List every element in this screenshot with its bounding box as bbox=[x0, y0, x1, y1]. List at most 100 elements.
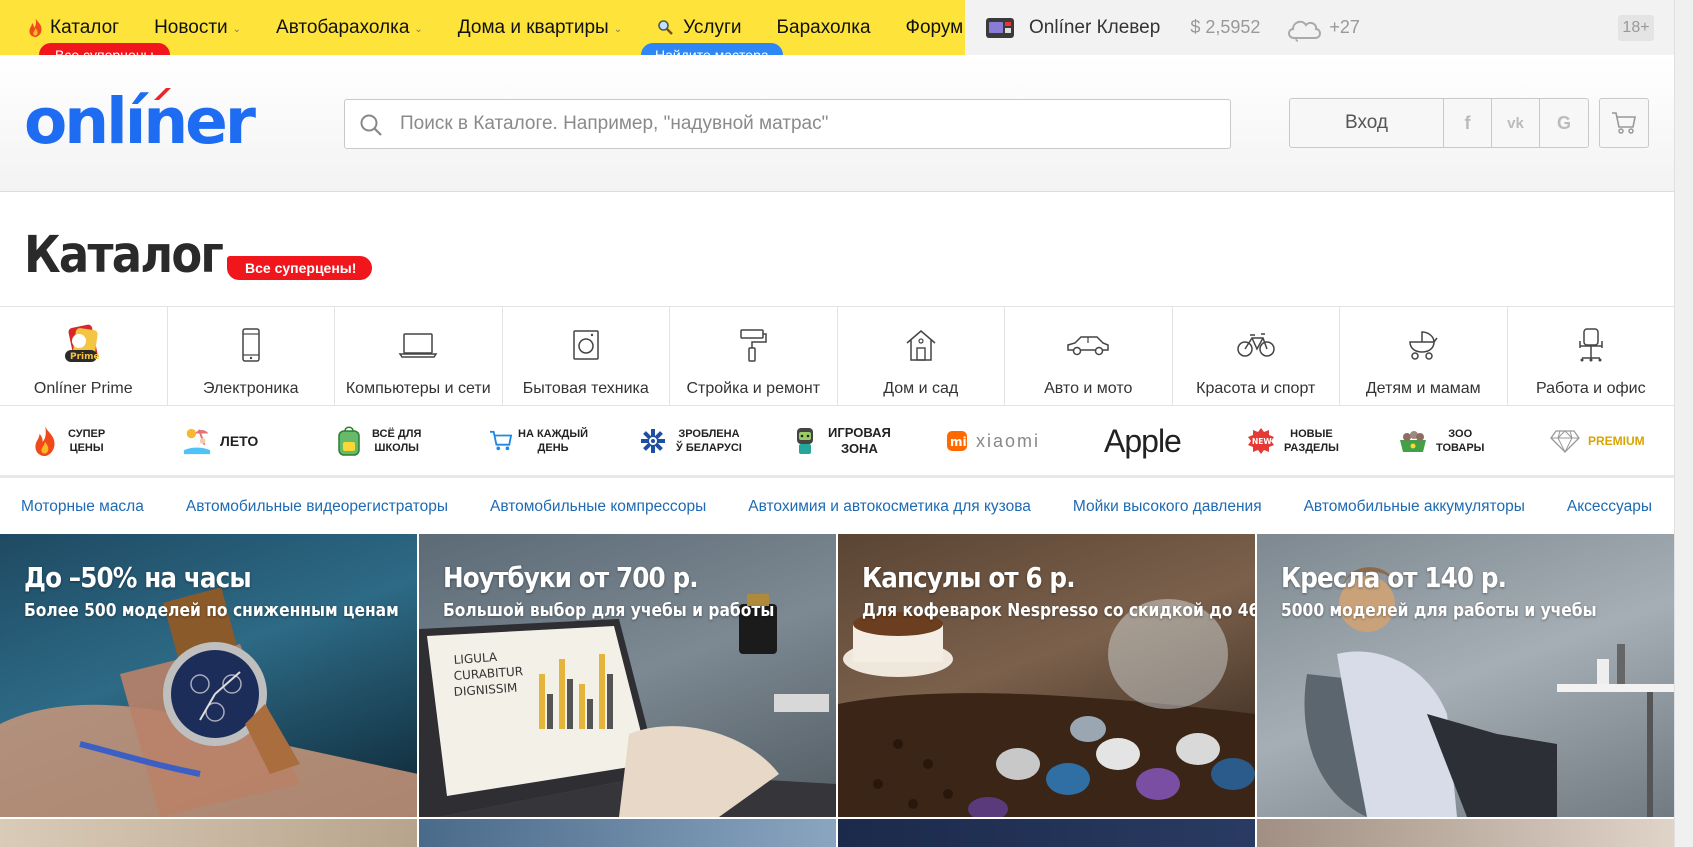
banner-preview[interactable] bbox=[0, 819, 417, 847]
nav-auto[interactable]: Автобарахолка ⌄ bbox=[276, 17, 423, 39]
banner-capsules[interactable]: Капсулы от 6 р. Для кофеварок Nespresso … bbox=[838, 534, 1255, 817]
summer-icon bbox=[183, 428, 211, 454]
promo-zoo[interactable]: Зоо товары bbox=[1398, 426, 1550, 456]
office-chair-icon bbox=[1579, 328, 1603, 362]
stroller-icon bbox=[1409, 331, 1438, 360]
nav-realty-label: Дома и квартиры bbox=[457, 16, 609, 38]
banner-subtitle: Для кофеварок Nespresso со скидкой до 46… bbox=[862, 600, 1255, 621]
banner-preview[interactable] bbox=[1257, 819, 1674, 847]
google-icon[interactable]: G bbox=[1540, 99, 1588, 147]
quick-link[interactable]: Моторные масла bbox=[21, 498, 144, 516]
quick-link[interactable]: Автохимия и автокосметика для кузова bbox=[748, 498, 1031, 516]
quick-link[interactable]: Аксессуары bbox=[1567, 498, 1652, 516]
promo-new-sections[interactable]: NEW Новые разделы bbox=[1246, 426, 1398, 456]
page-scrollbar[interactable] bbox=[1674, 0, 1693, 847]
banner-chairs[interactable]: Кресла от 140 р. 5000 моделей для работы… bbox=[1257, 534, 1674, 817]
promo-row: Супер цены Лето Всё для школы На каждый ден… bbox=[0, 406, 1674, 478]
nav-baraholka[interactable]: Барахолка bbox=[777, 17, 871, 39]
banner-preview[interactable] bbox=[838, 819, 1255, 847]
promo-apple[interactable]: Apple bbox=[1094, 422, 1246, 459]
banner-preview[interactable] bbox=[419, 819, 836, 847]
promo-made-in-belarus[interactable]: Зроблена ў Беларусі bbox=[638, 426, 790, 456]
vk-icon[interactable]: vk bbox=[1492, 99, 1540, 147]
category-home-garden[interactable]: Дом и сад bbox=[838, 307, 1005, 405]
car-icon bbox=[1067, 336, 1109, 356]
superprices-title-badge[interactable]: Все суперцены! bbox=[227, 256, 373, 280]
quick-link[interactable]: Автомобильные видеорегистраторы bbox=[186, 498, 448, 516]
promo-line1: Игровая bbox=[828, 424, 891, 440]
category-appliances[interactable]: Бытовая техника bbox=[503, 307, 670, 405]
category-label: Компьютеры и сети bbox=[345, 380, 491, 397]
promo-school[interactable]: Всё для школы bbox=[334, 426, 486, 456]
cart-button[interactable] bbox=[1599, 98, 1649, 148]
search-input[interactable] bbox=[400, 113, 1230, 135]
pet-bowl-icon bbox=[1400, 430, 1426, 452]
promo-line2: разделы bbox=[1284, 441, 1339, 454]
promo-line2: школы bbox=[374, 441, 419, 454]
promo-line1: Всё для bbox=[372, 427, 422, 440]
shopping-cart-icon bbox=[490, 430, 513, 450]
promo-game-zone[interactable]: Игровая зона bbox=[790, 425, 942, 457]
promo-summer[interactable]: Лето bbox=[182, 426, 334, 456]
category-beauty-sport[interactable]: Красота и спорт bbox=[1173, 307, 1340, 405]
nav-forum[interactable]: Форум bbox=[906, 17, 964, 39]
bicycle-icon bbox=[1237, 333, 1275, 357]
quick-link[interactable]: Мойки высокого давления bbox=[1073, 498, 1262, 516]
chevron-down-icon: ⌄ bbox=[613, 23, 623, 35]
nav-realty[interactable]: Дома и квартиры ⌄ bbox=[458, 17, 622, 39]
promo-superprices[interactable]: Супер цены bbox=[30, 425, 182, 456]
nav-news[interactable]: Новости ⌄ bbox=[154, 17, 241, 39]
promo-line1: Premium bbox=[1588, 433, 1645, 448]
quick-link[interactable]: Автомобильные компрессоры bbox=[490, 498, 706, 516]
weather[interactable]: +27 bbox=[1285, 14, 1360, 42]
banner-subtitle: Более 500 моделей по сниженным ценам bbox=[24, 600, 399, 621]
category-computers[interactable]: Компьютеры и сети bbox=[335, 307, 503, 405]
promo-premium[interactable]: Premium bbox=[1550, 426, 1693, 456]
category-work-office[interactable]: Работа и офис bbox=[1508, 307, 1675, 405]
login-button[interactable]: Вход bbox=[1290, 99, 1444, 147]
search-box[interactable] bbox=[344, 99, 1231, 149]
auth-block: Вход f vk G bbox=[1289, 98, 1589, 148]
promo-everyday[interactable]: На каждый день bbox=[486, 426, 638, 456]
category-electronics[interactable]: Электроника bbox=[168, 307, 335, 405]
category-label: Красота и спорт bbox=[1196, 380, 1316, 397]
category-construction[interactable]: Стройка и ремонт bbox=[670, 307, 838, 405]
banner-watches[interactable]: До –50% на часы Более 500 моделей по сни… bbox=[0, 534, 417, 817]
category-prime[interactable]: Prime Onlíner Prime bbox=[0, 307, 168, 405]
category-label: Авто и мото bbox=[1044, 380, 1133, 397]
diamond-icon bbox=[1550, 429, 1580, 453]
banner-subtitle: 5000 моделей для работы и учебы bbox=[1281, 600, 1597, 621]
clever-link[interactable]: Onlíner Клевер bbox=[985, 17, 1160, 39]
category-auto-moto[interactable]: Авто и мото bbox=[1005, 307, 1173, 405]
promo-line1: Зоо bbox=[1448, 427, 1473, 440]
clever-card-icon bbox=[986, 17, 1014, 38]
nav-catalog[interactable]: Каталог bbox=[28, 17, 119, 39]
nav-forum-label: Форум bbox=[905, 16, 964, 38]
quick-link[interactable]: Автомобильные аккумуляторы bbox=[1304, 498, 1525, 516]
promo-line2: зона bbox=[840, 440, 878, 456]
chevron-down-icon: ⌄ bbox=[414, 23, 423, 35]
currency-rate[interactable]: $ 2,5952 bbox=[1190, 17, 1260, 38]
svg-text:Prime: Prime bbox=[70, 352, 100, 362]
promo-line2: день bbox=[537, 441, 569, 454]
banner-laptops[interactable]: LIGULA CURABITUR DIGNISSIM Ноутбуки от 7… bbox=[419, 534, 836, 817]
cloud-icon bbox=[1288, 20, 1322, 42]
nav-catalog-label: Каталог bbox=[50, 16, 120, 38]
clever-label: Onlíner Клевер bbox=[1029, 16, 1161, 38]
category-bar: Prime Onlíner Prime Электроника Компьюте… bbox=[0, 306, 1674, 406]
category-kids[interactable]: Детям и мамам bbox=[1340, 307, 1508, 405]
promo-line1: Apple bbox=[1104, 422, 1182, 459]
backpack-icon bbox=[338, 426, 360, 456]
banner-row-2-preview bbox=[0, 819, 1674, 847]
search-icon bbox=[360, 114, 382, 136]
promo-line1: Зроблена bbox=[678, 427, 740, 440]
nav-services[interactable]: Услуги bbox=[657, 17, 742, 39]
facebook-icon[interactable]: f bbox=[1444, 99, 1492, 147]
promo-xiaomi[interactable]: mi xiaomi bbox=[942, 426, 1094, 456]
quick-links: Моторные масла Автомобильные видеорегист… bbox=[0, 480, 1674, 534]
promo-banners: До –50% на часы Более 500 моделей по сни… bbox=[0, 534, 1674, 817]
onliner-logo[interactable]: onlíner bbox=[24, 85, 256, 158]
category-label: Стройка и ремонт bbox=[686, 380, 821, 397]
category-label: Детям и мамам bbox=[1365, 380, 1481, 397]
prime-icon: Prime bbox=[65, 324, 100, 362]
